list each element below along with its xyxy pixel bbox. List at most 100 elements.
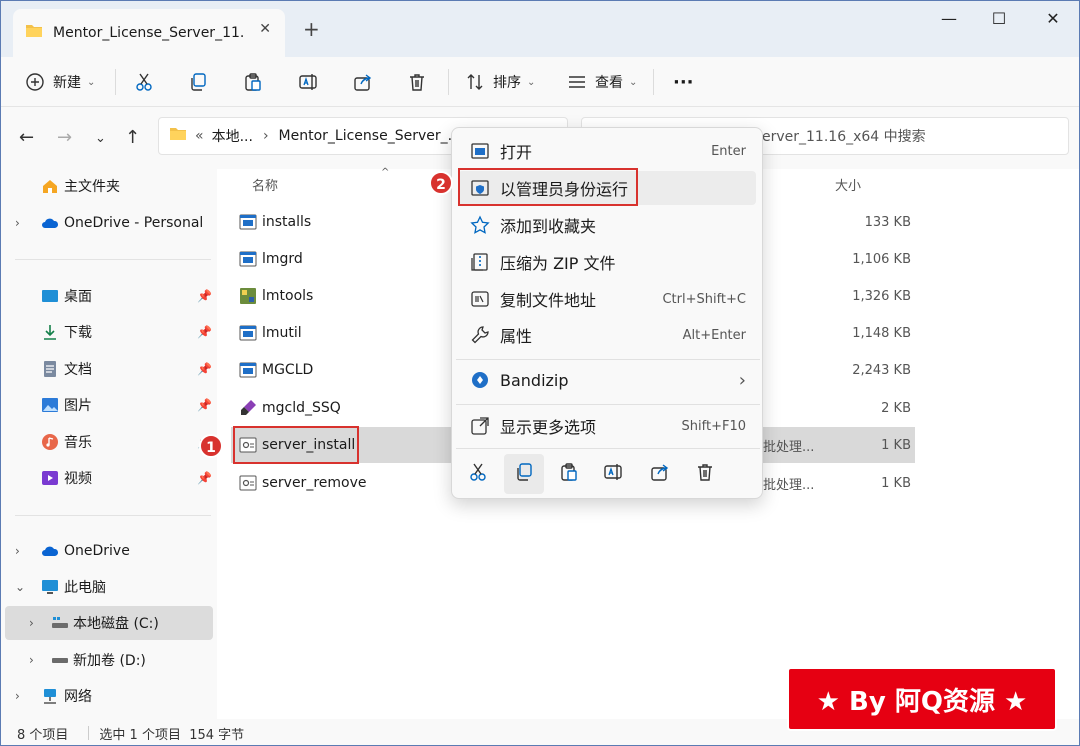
menu-paste-button[interactable] (549, 454, 589, 494)
file-size: 2,243 KB (852, 362, 911, 378)
sort-label: 排序 (493, 75, 521, 91)
maximize-button[interactable]: ☐ (979, 9, 1019, 33)
chevron-right-icon: › (29, 653, 34, 667)
trash-icon (407, 72, 427, 92)
menu-item-label: 属性 (500, 327, 533, 346)
step-badge-1: 1 (199, 434, 223, 458)
menu-item-add-to-favorites[interactable]: 添加到收藏夹 (458, 208, 756, 242)
watermark-badge: ★ By 阿Q资源 ★ (787, 667, 1057, 731)
breadcrumb-local-disk[interactable]: 本地... (212, 126, 253, 146)
sidebar-item-new-volume-d[interactable]: › 新加卷 (D:) (1, 643, 213, 677)
chevron-right-icon: › (29, 616, 34, 630)
column-header-name[interactable]: 名称 (252, 175, 278, 194)
file-name: server_remove (262, 475, 367, 491)
file-type: 批处理... (763, 477, 815, 493)
sidebar-item-label: OneDrive - Personal (64, 215, 204, 231)
menu-rename-button[interactable] (594, 454, 634, 494)
minimize-button[interactable]: — (929, 9, 969, 33)
toolbar-divider (115, 69, 116, 95)
forward-arrow-icon[interactable]: → (57, 127, 72, 148)
sidebar-item-onedrive[interactable]: › OneDrive (1, 534, 213, 568)
breadcrumb-current-folder[interactable]: Mentor_License_Server_... (279, 128, 461, 144)
view-button[interactable]: 查看 ⌄ (567, 67, 637, 97)
download-icon (41, 323, 59, 341)
sidebar-item-videos[interactable]: 视频 📌 (1, 461, 213, 495)
sidebar-item-network[interactable]: › 网络 (1, 679, 213, 713)
video-icon (41, 469, 59, 487)
executable-icon (239, 250, 257, 268)
sidebar-item-music[interactable]: 音乐 📌 (1, 425, 213, 459)
file-name: installs (262, 214, 312, 230)
up-arrow-icon[interactable]: ↑ (125, 127, 140, 148)
breadcrumb-separator: › (262, 128, 269, 144)
zip-icon (470, 252, 490, 272)
copy-button[interactable] (188, 67, 208, 97)
sidebar-item-home[interactable]: 主文件夹 (1, 169, 213, 203)
sidebar-item-downloads[interactable]: 下载 📌 (1, 315, 213, 349)
music-icon (41, 433, 59, 451)
sidebar-item-documents[interactable]: 文档 📌 (1, 352, 213, 386)
sidebar-item-label: 网络 (64, 689, 92, 705)
tab-current-folder[interactable]: Mentor_License_Server_11.16_x ✕ (13, 9, 285, 57)
highlight-box-server-install (233, 426, 359, 464)
window-icon (470, 141, 490, 161)
tools-app-icon (239, 287, 257, 305)
sidebar-item-label: 下载 (64, 325, 92, 341)
new-tab-button[interactable]: + (303, 17, 320, 41)
delete-button[interactable] (407, 67, 427, 97)
file-type: 批处理... (763, 439, 815, 455)
submenu-chevron-icon: › (738, 369, 746, 391)
home-icon (41, 177, 59, 195)
navigation-pane: 主文件夹 › OneDrive - Personal 桌面 📌 下载 📌 文档 … (1, 169, 217, 719)
step-badge-2: 2 (429, 171, 453, 195)
menu-share-button[interactable] (640, 454, 680, 494)
cut-button[interactable] (134, 67, 154, 97)
menu-item-open[interactable]: 打开 Enter (458, 134, 756, 168)
batch-file-icon (239, 474, 257, 492)
folder-icon (169, 126, 187, 146)
file-size: 1 KB (881, 437, 911, 453)
menu-delete-button[interactable] (685, 454, 725, 494)
highlight-box-run-as-admin (458, 168, 638, 206)
plus-circle-icon (25, 72, 45, 92)
sort-button[interactable]: 排序 ⌄ (465, 67, 535, 97)
scissors-icon (134, 72, 154, 92)
menu-cut-button[interactable] (458, 454, 498, 494)
title-bar: Mentor_License_Server_11.16_x ✕ + — ☐ ✕ (1, 1, 1079, 57)
sidebar-item-this-pc[interactable]: ⌄ 此电脑 (1, 570, 213, 604)
menu-copy-button[interactable] (504, 454, 544, 494)
menu-divider (456, 404, 760, 405)
tab-close-icon[interactable]: ✕ (259, 21, 271, 37)
menu-item-compress-zip[interactable]: 压缩为 ZIP 文件 (458, 245, 756, 279)
recent-chevron-icon[interactable]: ⌄ (95, 131, 106, 146)
share-button[interactable] (353, 67, 373, 97)
sidebar-item-desktop[interactable]: 桌面 📌 (1, 279, 213, 313)
close-window-button[interactable]: ✕ (1033, 9, 1073, 33)
clipboard-icon (559, 462, 579, 486)
sidebar-item-pictures[interactable]: 图片 📌 (1, 388, 213, 422)
breadcrumb-overflow[interactable]: « (195, 128, 204, 144)
menu-item-bandizip[interactable]: Bandizip › (458, 363, 756, 397)
column-header-size[interactable]: 大小 (835, 175, 861, 194)
cloud-icon (41, 214, 59, 232)
toolbar-divider (448, 69, 449, 95)
menu-item-show-more-options[interactable]: 显示更多选项 Shift+F10 (458, 409, 756, 443)
menu-item-properties[interactable]: 属性 Alt+Enter (458, 318, 756, 352)
pin-icon: 📌 (197, 398, 212, 412)
sidebar-item-onedrive-personal[interactable]: › OneDrive - Personal (1, 206, 213, 240)
chevron-down-icon: ⌄ (527, 76, 536, 88)
menu-item-copy-path[interactable]: 复制文件地址 Ctrl+Shift+C (458, 282, 756, 316)
chevron-down-icon: ⌄ (15, 580, 26, 594)
sidebar-item-label: 文档 (64, 362, 92, 378)
network-icon (41, 687, 59, 705)
sidebar-item-label: OneDrive (64, 543, 130, 559)
desktop-icon (41, 287, 59, 305)
sidebar-item-local-disk-c[interactable]: › 本地磁盘 (C:) (5, 606, 213, 640)
chevron-right-icon: › (15, 216, 20, 230)
more-options-button[interactable]: ··· (673, 67, 694, 97)
paste-button[interactable] (243, 67, 263, 97)
back-arrow-icon[interactable]: ← (19, 127, 34, 148)
rename-button[interactable] (298, 67, 320, 97)
new-button[interactable]: 新建 ⌄ (25, 67, 95, 97)
menu-item-label: 显示更多选项 (500, 418, 597, 437)
